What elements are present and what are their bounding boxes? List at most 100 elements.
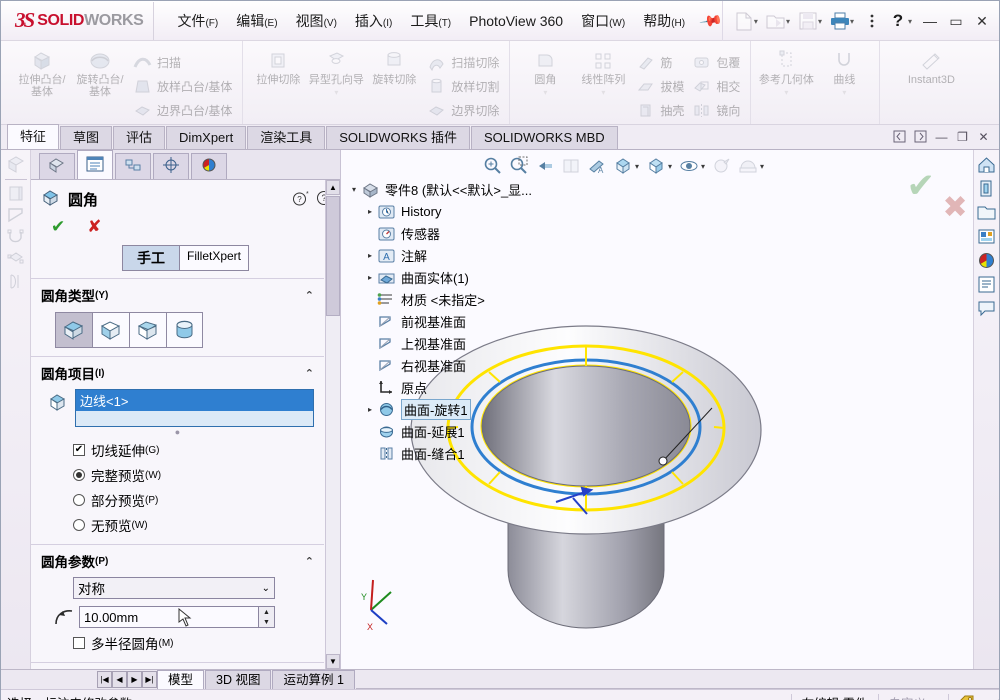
wrap-button[interactable]: 包覆 xyxy=(688,50,744,74)
tab-features[interactable]: 特征 xyxy=(7,124,60,149)
full-preview-radio[interactable] xyxy=(73,469,85,481)
configuration-manager-tab[interactable] xyxy=(115,153,151,179)
property-manager-scrollbar[interactable]: ▲ ▼ xyxy=(325,180,340,669)
profile-select[interactable]: 对称 ⌄ xyxy=(73,577,275,599)
knit-surface-icon[interactable] xyxy=(5,249,27,270)
linear-pattern-button[interactable]: 线性阵列 ▾ xyxy=(574,45,632,97)
curves-dropdown[interactable]: ▾ xyxy=(842,88,846,97)
property-manager-tab[interactable] xyxy=(77,150,113,179)
curves-button[interactable]: 曲线 ▾ xyxy=(815,45,873,97)
display-manager-tab[interactable] xyxy=(191,153,227,179)
options-icon[interactable] xyxy=(859,6,885,36)
status-custom[interactable]: 自定义 ▴ xyxy=(877,693,949,700)
hole-wizard-button[interactable]: 异型孔向导 ▾ xyxy=(307,45,365,97)
tree-row-surface-extend[interactable]: 曲面-延展1 xyxy=(347,420,532,442)
selected-edge-item[interactable]: 边线<1> xyxy=(76,390,313,411)
doc-close-button[interactable]: ✕ xyxy=(974,127,993,146)
manual-mode-button[interactable]: 手工 xyxy=(121,245,180,271)
confirm-cancel-icon[interactable]: ✖ xyxy=(943,190,968,225)
selection-empty-row[interactable] xyxy=(76,411,313,426)
tag-icon[interactable] xyxy=(948,693,986,700)
extrude-cut-button[interactable]: 拉伸切除 xyxy=(249,45,307,86)
new-document-icon[interactable] xyxy=(731,6,757,36)
tree-row-annotations[interactable]: ▸ A 注解 xyxy=(347,244,532,266)
no-preview-row[interactable]: 无预览 (W) xyxy=(73,515,314,535)
tab-solidworks-addins[interactable]: SOLIDWORKS 插件 xyxy=(326,126,470,149)
tree-row-sensors[interactable]: 传感器 xyxy=(347,222,532,244)
appearances-icon[interactable] xyxy=(976,178,997,199)
tab-render-tools[interactable]: 渲染工具 xyxy=(247,126,326,149)
zoom-to-fit-icon[interactable] xyxy=(481,154,505,178)
maximize-button[interactable]: ▭ xyxy=(943,7,969,35)
extrude-boss-button[interactable]: 拉伸凸台/基体 xyxy=(13,45,71,98)
variable-size-fillet-option[interactable] xyxy=(92,312,129,348)
custom-properties-icon[interactable] xyxy=(976,274,997,295)
radius-input[interactable]: 10.00mm xyxy=(79,606,259,628)
fillet-parameters-collapse-icon[interactable]: ⌃ xyxy=(305,555,314,568)
full-preview-row[interactable]: 完整预览 (W) xyxy=(73,465,314,485)
first-tab-button[interactable]: |◀ xyxy=(97,671,112,688)
selection-resize-grip[interactable]: ● xyxy=(41,428,314,437)
zoom-to-area-icon[interactable] xyxy=(507,154,531,178)
menu-view[interactable]: 视图(V) xyxy=(287,5,346,37)
tree-row-surface-knit[interactable]: 曲面-缝合1 xyxy=(347,442,532,464)
save-icon[interactable] xyxy=(795,6,821,36)
dimxpert-manager-tab[interactable] xyxy=(153,153,189,179)
constant-size-fillet-option[interactable] xyxy=(55,312,92,348)
boundary-boss-button[interactable]: 边界凸台/基体 xyxy=(129,98,236,122)
fillet-type-collapse-icon[interactable]: ⌃ xyxy=(305,289,314,302)
doc-minimize-button[interactable]: — xyxy=(932,127,951,146)
surface-bodies-expand-arrow[interactable]: ▸ xyxy=(363,273,377,282)
extrude-surface-icon[interactable] xyxy=(5,183,27,204)
part-expand-arrow[interactable]: ▾ xyxy=(347,185,361,194)
tree-row-history[interactable]: ▸ History xyxy=(347,200,532,222)
scroll-down-button[interactable]: ▼ xyxy=(326,654,340,669)
tree-row-surface-bodies[interactable]: ▸ 曲面实体(1) xyxy=(347,266,532,288)
full-round-fillet-option[interactable] xyxy=(166,312,203,348)
whats-wrong-help-icon[interactable]: ? * xyxy=(292,190,309,210)
tree-row-part[interactable]: ▾ 零件8 (默认<<默认>_显... xyxy=(347,178,532,200)
tangent-propagation-row[interactable]: ✔ 切线延伸 (G) xyxy=(73,440,314,460)
ruled-surface-icon[interactable] xyxy=(5,271,27,292)
sweep-surface-icon[interactable] xyxy=(5,227,27,248)
cancel-button[interactable]: ✘ xyxy=(87,217,101,237)
reference-geometry-dropdown[interactable]: ▾ xyxy=(784,88,788,97)
tab-dimxpert[interactable]: DimXpert xyxy=(166,126,247,149)
print-caret[interactable]: ▾ xyxy=(850,17,854,26)
revolve-cut-button[interactable]: 旋转切除 xyxy=(365,45,423,86)
prev-tab-button[interactable]: ◀ xyxy=(112,671,127,688)
scrollbar-thumb[interactable] xyxy=(326,196,340,316)
revolve-boss-button[interactable]: 旋转凸台/基体 xyxy=(71,45,129,98)
view-orientation-icon[interactable]: A xyxy=(585,154,609,178)
bottom-tab-motion-study[interactable]: 运动算例 1 xyxy=(272,670,355,689)
apply-scene-caret[interactable]: ▾ xyxy=(760,162,764,171)
rib-button[interactable]: 筋 xyxy=(632,50,688,74)
menu-file[interactable]: 文件(F) xyxy=(168,5,227,37)
hole-wizard-dropdown[interactable]: ▾ xyxy=(334,88,338,97)
menu-photoview360[interactable]: PhotoView 360 xyxy=(460,7,572,35)
section-view-icon[interactable] xyxy=(559,154,583,178)
open-document-icon[interactable] xyxy=(763,6,789,36)
multi-radius-checkbox[interactable] xyxy=(73,637,85,649)
filletxpert-mode-button[interactable]: FilletXpert xyxy=(179,245,250,271)
feature-manager-tab[interactable] xyxy=(39,153,75,179)
bottom-tab-model[interactable]: 模型 xyxy=(157,670,205,689)
tree-row-right-plane[interactable]: 右视基准面 xyxy=(347,354,532,376)
loft-cut-button[interactable]: 放样切割 xyxy=(423,74,503,98)
tree-row-material[interactable]: 材质 <未指定> xyxy=(347,288,532,310)
partial-preview-radio[interactable] xyxy=(73,494,85,506)
partial-preview-row[interactable]: 部分预览 (P) xyxy=(73,490,314,510)
fillet-dropdown[interactable]: ▾ xyxy=(543,88,547,97)
prev-doc-button[interactable] xyxy=(890,127,909,146)
close-button[interactable]: ✕ xyxy=(969,7,995,35)
appearance-sphere-icon[interactable] xyxy=(976,250,997,271)
chevron-down-icon[interactable]: ⌄ xyxy=(262,583,270,594)
next-tab-button[interactable]: ▶ xyxy=(127,671,142,688)
no-preview-radio[interactable] xyxy=(73,519,85,531)
mirror-button[interactable]: 镜向 xyxy=(688,98,744,122)
draft-button[interactable]: 拔模 xyxy=(632,74,688,98)
menu-insert[interactable]: 插入(I) xyxy=(346,5,401,37)
edit-appearance-icon[interactable] xyxy=(710,154,734,178)
fillet-button[interactable]: 圆角 ▾ xyxy=(516,45,574,97)
bottom-tab-3dviews[interactable]: 3D 视图 xyxy=(205,670,272,689)
